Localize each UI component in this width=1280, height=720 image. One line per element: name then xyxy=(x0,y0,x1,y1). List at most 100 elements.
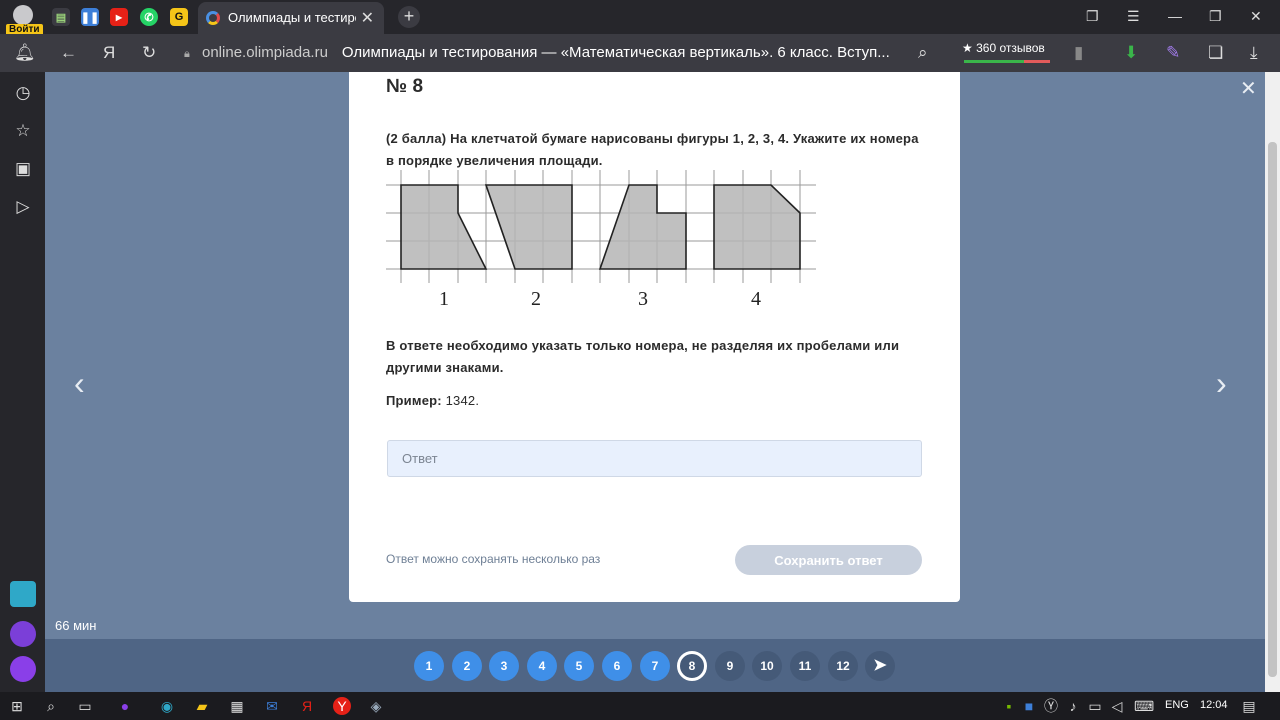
prev-task-icon[interactable]: ‹ xyxy=(74,365,85,402)
star-icon: ★ xyxy=(962,41,973,55)
alice-taskbar-icon[interactable]: ● xyxy=(116,697,134,715)
menu-icon[interactable]: ☰ xyxy=(1127,8,1140,25)
scrollbar[interactable] xyxy=(1265,72,1280,692)
task-example: Пример: 1342. xyxy=(386,393,479,408)
figure-label-1: 1 xyxy=(439,288,449,310)
yandex-tray-icon[interactable]: Ⓨ xyxy=(1042,697,1060,715)
figure-2-shape xyxy=(484,184,573,270)
scrollbar-thumb[interactable] xyxy=(1268,142,1277,677)
edge-icon[interactable]: ◉ xyxy=(158,697,176,715)
figure-3-shape xyxy=(598,184,687,270)
active-tab[interactable]: Олимпиады и тестирование ✕ xyxy=(198,2,384,34)
minimize-icon[interactable]: — xyxy=(1168,8,1182,24)
pen-extension-icon[interactable]: ✎ xyxy=(1166,43,1180,63)
reload-icon[interactable]: ↻ xyxy=(142,43,156,63)
yandex-icon[interactable]: Я xyxy=(103,43,115,63)
reviews-badge[interactable]: ★ 360 отзывов xyxy=(962,41,1050,63)
new-tab-button[interactable]: + xyxy=(398,6,420,28)
messenger-app-icon[interactable] xyxy=(10,581,36,607)
clock[interactable]: 12:04 xyxy=(1200,699,1228,711)
collections-icon[interactable]: ❏ xyxy=(1208,43,1223,63)
page-title: Олимпиады и тестирования — «Математическ… xyxy=(341,44,890,61)
url-field[interactable]: 🔒︎ online.olimpiada.ru Олимпиады и тестиро… xyxy=(178,40,948,66)
page-button-2[interactable]: 2 xyxy=(452,651,482,681)
task-note: В ответе необходимо указать только номер… xyxy=(386,338,900,375)
page-button-6[interactable]: 6 xyxy=(602,651,632,681)
sidebar: ◷ ☆ ▣ ▷ xyxy=(0,72,45,692)
task-pagination: 1 2 3 4 5 6 7 8 9 10 11 12 ➤ xyxy=(45,639,1265,692)
alice-app-icon[interactable] xyxy=(10,621,36,647)
bookmark-icon[interactable]: ▮ xyxy=(1074,43,1083,63)
store-icon[interactable]: ▦ xyxy=(228,697,246,715)
taskbar-search-icon[interactable]: ⌕ xyxy=(42,697,60,715)
download-extension-icon[interactable]: ⬇ xyxy=(1124,43,1138,63)
page-button-8[interactable]: 8 xyxy=(677,651,707,681)
save-hint: Ответ можно сохранять несколько раз xyxy=(386,552,601,566)
keyboard-tray-icon[interactable]: ⌨ xyxy=(1134,697,1154,715)
history-icon[interactable]: ◷ xyxy=(12,82,34,104)
assistant-app-icon[interactable] xyxy=(10,656,36,682)
page-button-7[interactable]: 7 xyxy=(640,651,670,681)
network-tray-icon[interactable]: ▭ xyxy=(1086,697,1104,715)
answer-input[interactable] xyxy=(387,440,922,477)
site-favicon-icon xyxy=(206,11,220,25)
figure-label-2: 2 xyxy=(531,288,541,310)
next-task-icon[interactable]: › xyxy=(1216,365,1227,402)
figure-label-3: 3 xyxy=(638,288,648,310)
steam-icon[interactable]: ◈ xyxy=(367,697,385,715)
pinned-tab-notes-icon[interactable]: ▤ xyxy=(52,8,70,26)
task-number: № 8 xyxy=(386,76,424,97)
windows-start-icon[interactable]: ⊞ xyxy=(8,697,26,715)
figure-1-shape xyxy=(400,184,488,270)
collections-sidebar-icon[interactable]: ▣ xyxy=(12,158,34,180)
yandex-browser-icon[interactable]: Я xyxy=(298,697,316,715)
explorer-folder-icon[interactable]: ▰ xyxy=(193,697,211,715)
pinned-tab-g-icon[interactable]: G xyxy=(170,8,188,26)
zoom-tray-icon[interactable]: ■ xyxy=(1020,697,1038,715)
submit-send-icon[interactable]: ➤ xyxy=(865,651,895,681)
figure-label-4: 4 xyxy=(751,288,761,310)
pinned-tab-pause-icon[interactable]: ❚❚ xyxy=(81,8,99,26)
profile-button[interactable]: Войти xyxy=(4,2,43,36)
address-bar: 🔔︎ ← Я ↻ 🔒︎ online.olimpiada.ru Олимпиады … xyxy=(0,34,1280,72)
reviews-rating-bar xyxy=(964,60,1050,63)
bell-icon[interactable]: 🔔︎ xyxy=(14,43,36,63)
close-tab-icon[interactable]: ✕ xyxy=(361,8,374,28)
mail-icon[interactable]: ✉ xyxy=(263,697,281,715)
figure-4-shape xyxy=(713,184,801,270)
os-taskbar: ⊞ ⌕ ▭ ● ◉ ▰ ▦ ✉ Я Y ◈ ▪ ■ Ⓨ ♪ ▭ ◁ ⌨ ENG … xyxy=(0,692,1280,720)
nvidia-tray-icon[interactable]: ▪ xyxy=(1000,697,1018,715)
video-play-icon[interactable]: ▷ xyxy=(12,196,34,218)
save-answer-button[interactable]: Сохранить ответ xyxy=(735,545,922,575)
volume-tray-icon[interactable]: ◁ xyxy=(1108,697,1126,715)
pinned-tab-youtube-icon[interactable]: ▶ xyxy=(110,8,128,26)
downloads-icon[interactable]: ⤓ xyxy=(1250,43,1258,63)
favorites-star-icon[interactable]: ☆ xyxy=(12,120,34,142)
example-value: 1342. xyxy=(445,393,480,408)
notifications-icon[interactable]: ▤ xyxy=(1240,697,1258,715)
timer: 66 мин xyxy=(55,618,97,633)
page-button-12[interactable]: 12 xyxy=(828,651,858,681)
tabs-manager-icon[interactable]: ❐ xyxy=(1086,8,1099,25)
page-button-5[interactable]: 5 xyxy=(564,651,594,681)
back-icon[interactable]: ← xyxy=(60,43,77,63)
task-view-icon[interactable]: ▭ xyxy=(76,697,94,715)
example-label: Пример: xyxy=(386,393,442,408)
page-button-10[interactable]: 10 xyxy=(752,651,782,681)
reviews-count: 360 отзывов xyxy=(976,41,1045,55)
page-button-9[interactable]: 9 xyxy=(715,651,745,681)
pinned-tab-whatsapp-icon[interactable]: ✆ xyxy=(140,8,158,26)
page-button-1[interactable]: 1 xyxy=(414,651,444,681)
close-task-icon[interactable]: ✕ xyxy=(1240,76,1257,101)
page-button-11[interactable]: 11 xyxy=(790,651,820,681)
language-indicator[interactable]: ENG xyxy=(1165,699,1189,711)
page-button-3[interactable]: 3 xyxy=(489,651,519,681)
mic-tray-icon[interactable]: ♪ xyxy=(1064,697,1082,715)
search-icon[interactable]: ⌕ xyxy=(918,43,928,63)
yandex-active-icon[interactable]: Y xyxy=(333,697,351,715)
page-button-4[interactable]: 4 xyxy=(527,651,557,681)
active-tab-title: Олимпиады и тестирование xyxy=(228,10,356,25)
close-window-icon[interactable]: ✕ xyxy=(1250,8,1262,25)
task-question: (2 балла) На клетчатой бумаге нарисованы… xyxy=(386,131,919,168)
restore-icon[interactable]: ❐ xyxy=(1209,8,1222,25)
